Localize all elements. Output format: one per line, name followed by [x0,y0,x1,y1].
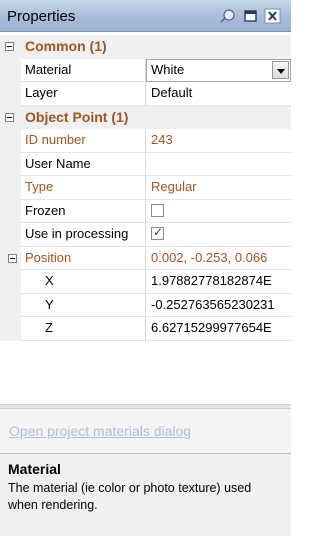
row-gutter [0,176,21,200]
panel-titlebar: Properties [0,0,291,32]
maximize-icon[interactable] [243,8,259,24]
property-name: Material [21,58,146,82]
property-row-type[interactable]: Type Regular [0,176,291,200]
property-name: Frozen [21,199,146,223]
category-object-point[interactable]: Object Point (1) [0,105,291,129]
row-gutter [0,152,21,176]
property-row-y[interactable]: Y -0.252763565230231 [0,293,291,317]
property-row-z[interactable]: Z 6.62715299977654E [0,317,291,341]
property-name: Layer [21,82,146,106]
y-value[interactable]: -0.252763565230231 [146,294,291,317]
help-description: The material (ie color or photo texture)… [8,481,252,512]
property-name: ID number [21,129,146,153]
category-label: Common (1) [25,38,107,54]
commands-pane: Open project materials dialog [0,408,291,453]
help-pane: Material The material (ie color or photo… [0,453,291,536]
property-name: Y [21,293,146,317]
id-number-value: 243 [146,129,291,153]
help-title: Material [8,461,61,477]
property-row-material[interactable]: Material White [0,58,291,82]
property-row-user-name[interactable]: User Name [0,152,291,176]
material-value: White [151,61,185,77]
property-name: Use in processing [21,223,146,247]
property-row-id-number[interactable]: ID number 243 [0,129,291,153]
panel-title: Properties [7,8,76,25]
property-name: Type [21,176,146,200]
pin-icon[interactable] [219,8,237,24]
frozen-checkbox[interactable] [151,203,164,217]
property-row-layer[interactable]: Layer Default [0,82,291,106]
type-value: Regular [146,176,291,200]
material-dropdown[interactable]: White [146,58,291,82]
chevron-down-icon[interactable] [272,60,289,79]
row-gutter [0,199,21,223]
category-common[interactable]: Common (1) [0,35,291,59]
open-materials-dialog-link[interactable]: Open project materials dialog [9,423,191,439]
property-name: X [21,270,146,294]
frozen-cell [146,200,291,223]
row-gutter [0,58,21,82]
layer-value[interactable]: Default [146,82,291,106]
collapse-icon[interactable] [5,42,14,51]
property-row-use-in-processing[interactable]: Use in processing [0,223,291,247]
row-gutter [0,82,21,106]
row-gutter [0,317,21,341]
close-icon[interactable] [264,8,282,24]
user-name-field[interactable] [146,153,291,176]
position-value: 0.002, -0.253, 0.066 [146,247,291,270]
collapse-icon[interactable] [5,112,14,122]
property-row-x[interactable]: X 1.97882778182874E [0,270,291,294]
z-value[interactable]: 6.62715299977654E [146,317,291,341]
use-in-processing-checkbox[interactable] [151,225,164,240]
property-name: Z [21,317,146,341]
collapse-icon[interactable] [8,253,17,263]
category-label: Object Point (1) [25,108,129,125]
row-gutter [0,223,21,247]
row-gutter [0,293,21,317]
property-row-position[interactable]: Position 0.002, -0.253, 0.066 [0,246,291,270]
x-value[interactable]: 1.97882778182874E [146,270,291,294]
property-row-frozen[interactable]: Frozen [0,199,291,223]
row-gutter [0,270,21,294]
row-gutter [0,129,21,153]
property-grid: Common (1) Material White Layer Default … [0,35,291,341]
property-name: User Name [21,152,146,176]
property-name: Position [21,246,146,270]
use-in-processing-cell [146,223,291,247]
